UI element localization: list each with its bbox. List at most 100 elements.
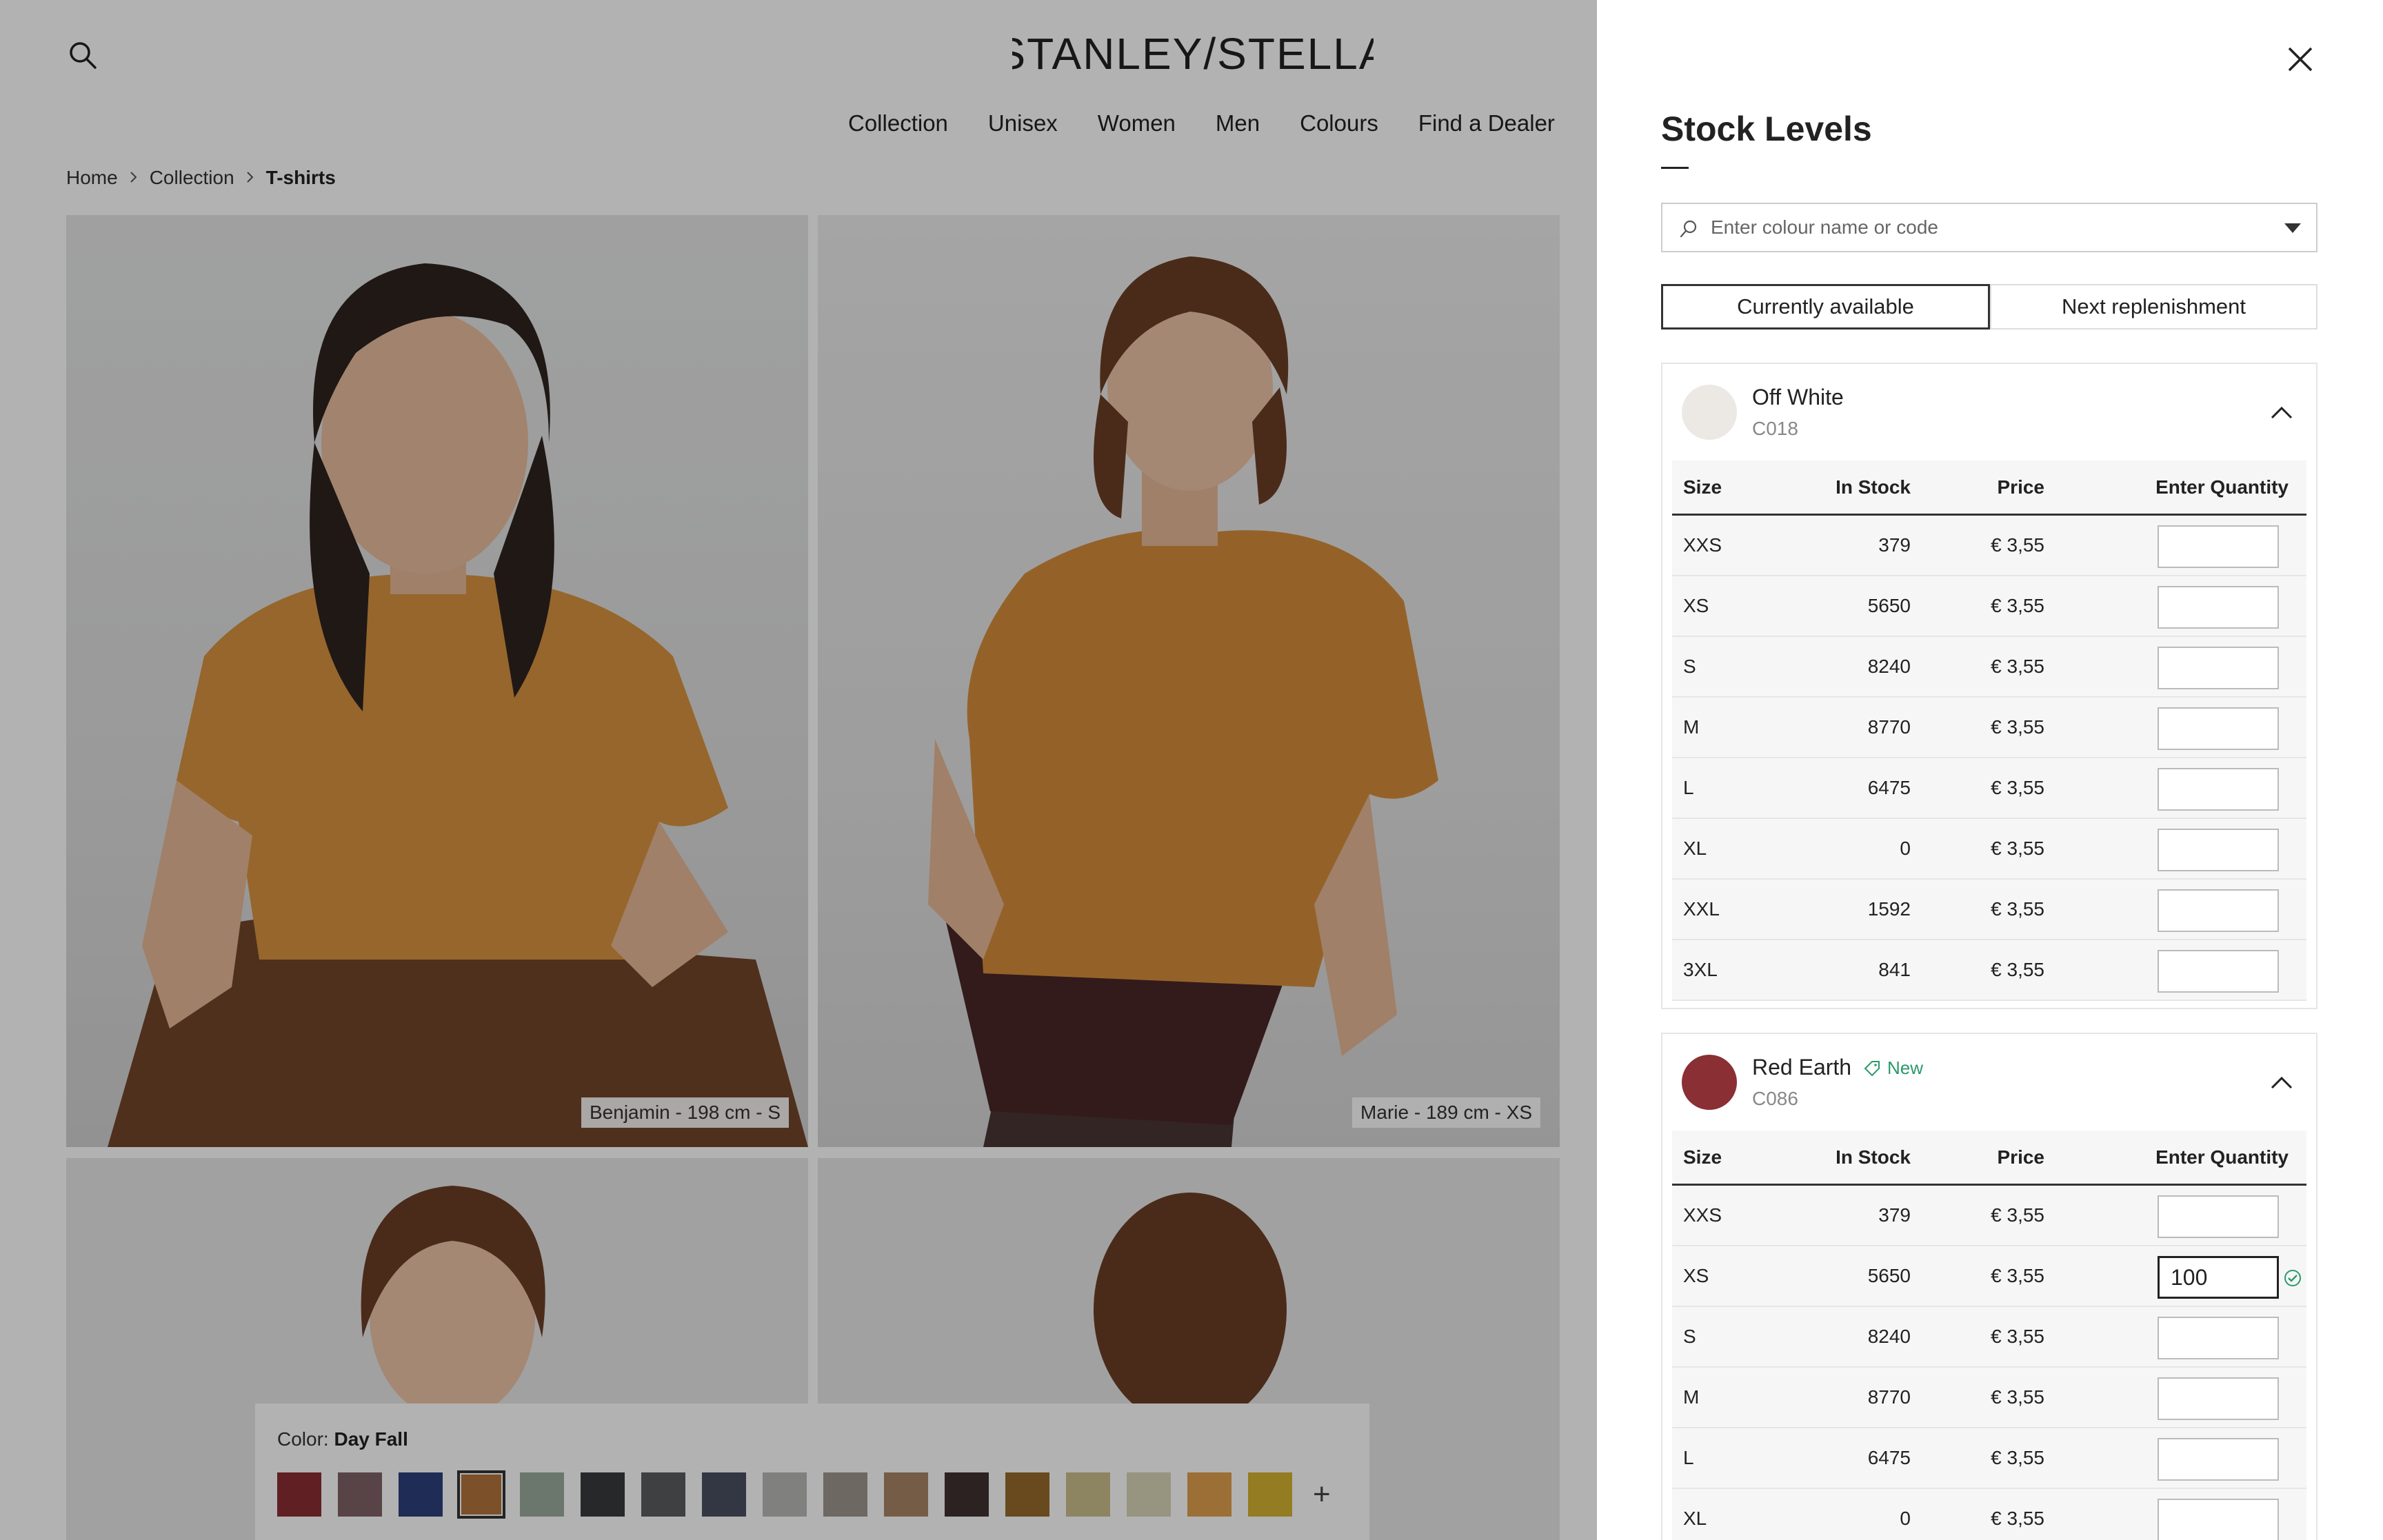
in-stock-cell: 6475 (1867, 1447, 1911, 1468)
quantity-input[interactable] (2158, 525, 2279, 568)
table-row: 3XL 841 € 3,55 (1672, 940, 2306, 1001)
table-row: M 8770 € 3,55 (1672, 1368, 2306, 1428)
size-cell: XS (1683, 595, 1709, 616)
in-stock-cell: 841 (1878, 959, 1911, 980)
quantity-input[interactable] (2158, 1195, 2279, 1238)
in-stock-cell: 0 (1900, 838, 1911, 859)
stock-levels-panel: Stock Levels Currently available Next re… (1597, 0, 2383, 1540)
tab-next-replenishment[interactable]: Next replenishment (1990, 284, 2317, 330)
in-stock-cell: 5650 (1867, 1265, 1911, 1286)
quantity-input[interactable] (2158, 647, 2279, 689)
price-cell: € 3,55 (1991, 898, 2044, 920)
quantity-input[interactable] (2158, 950, 2279, 993)
in-stock-cell: 1592 (1867, 898, 1911, 920)
in-stock-cell: 6475 (1867, 777, 1911, 798)
quantity-input[interactable] (2158, 1499, 2279, 1540)
column-header-price: Price (1997, 476, 2045, 498)
table-row: XXS 379 € 3,55 (1672, 516, 2306, 576)
size-cell: S (1683, 656, 1696, 677)
table-row: XL 0 € 3,55 (1672, 1489, 2306, 1540)
availability-tabs: Currently available Next replenishment (1661, 284, 2317, 330)
title-underline (1661, 167, 1689, 169)
column-header-size: Size (1683, 476, 1722, 498)
table-row: XS 5650 € 3,55 (1672, 576, 2306, 637)
in-stock-cell: 5650 (1867, 595, 1911, 616)
caret-down-icon[interactable] (2284, 223, 2301, 233)
price-cell: € 3,55 (1991, 716, 2044, 738)
colour-stock-card: Off White C018 Size In Stock Price Enter Qu… (1661, 363, 2317, 1009)
chevron-up-icon[interactable] (2268, 398, 2295, 426)
table-row: XS 5650 € 3,55 (1672, 1246, 2306, 1307)
price-cell: € 3,55 (1991, 959, 2044, 980)
quantity-input[interactable] (2158, 707, 2279, 750)
size-cell: S (1683, 1326, 1696, 1347)
size-cell: XXS (1683, 1204, 1722, 1226)
quantity-input[interactable] (2158, 1438, 2279, 1481)
size-cell: XL (1683, 1508, 1707, 1529)
colour-swatch (1682, 1055, 1737, 1110)
colour-name: Off White (1752, 385, 1844, 409)
size-cell: L (1683, 1447, 1694, 1468)
colour-name: Red Earth (1752, 1055, 1852, 1080)
column-header-price: Price (1997, 1146, 2045, 1168)
check-circle-icon (2283, 1268, 2302, 1288)
price-cell: € 3,55 (1991, 1508, 2044, 1529)
in-stock-cell: 379 (1878, 1204, 1911, 1226)
stock-table: Size In Stock Price Enter Quantity XXS 379 € 3… (1672, 460, 2306, 1001)
size-cell: XL (1683, 838, 1707, 859)
panel-title: Stock Levels (1661, 110, 1872, 148)
table-row: M 8770 € 3,55 (1672, 698, 2306, 758)
column-header-in-stock: In Stock (1836, 1146, 1911, 1168)
close-icon[interactable] (2286, 45, 2314, 73)
size-cell: XXS (1683, 534, 1722, 556)
quantity-input[interactable] (2158, 829, 2279, 871)
table-row: S 8240 € 3,55 (1672, 637, 2306, 698)
colour-card-header[interactable]: Red Earth New C086 (1662, 1034, 2316, 1131)
price-cell: € 3,55 (1991, 656, 2044, 677)
search-icon (1679, 219, 1698, 239)
colour-card-header[interactable]: Off White C018 (1662, 364, 2316, 460)
price-cell: € 3,55 (1991, 1386, 2044, 1408)
stock-table: Size In Stock Price Enter Quantity XXS 379 € 3… (1672, 1131, 2306, 1540)
price-cell: € 3,55 (1991, 534, 2044, 556)
table-row: S 8240 € 3,55 (1672, 1307, 2306, 1368)
in-stock-cell: 8770 (1867, 1386, 1911, 1408)
quantity-input[interactable] (2158, 1256, 2279, 1299)
column-header-quantity: Enter Quantity (2155, 476, 2289, 498)
in-stock-cell: 8240 (1867, 1326, 1911, 1347)
chevron-up-icon[interactable] (2268, 1068, 2295, 1096)
new-badge: New (1862, 1057, 1923, 1079)
in-stock-cell: 379 (1878, 534, 1911, 556)
new-badge-label: New (1887, 1057, 1924, 1078)
in-stock-cell: 8240 (1867, 656, 1911, 677)
price-cell: € 3,55 (1991, 595, 2044, 616)
table-row: L 6475 € 3,55 (1672, 758, 2306, 819)
price-cell: € 3,55 (1991, 838, 2044, 859)
table-row: L 6475 € 3,55 (1672, 1428, 2306, 1489)
colour-swatch (1682, 385, 1737, 440)
size-cell: M (1683, 1386, 1700, 1408)
in-stock-cell: 8770 (1867, 716, 1911, 738)
quantity-input[interactable] (2158, 768, 2279, 811)
price-cell: € 3,55 (1991, 1265, 2044, 1286)
price-cell: € 3,55 (1991, 1204, 2044, 1226)
size-cell: 3XL (1683, 959, 1718, 980)
colour-search-select[interactable] (1661, 203, 2317, 252)
quantity-input[interactable] (2158, 1317, 2279, 1359)
table-row: XXS 379 € 3,55 (1672, 1186, 2306, 1246)
column-header-in-stock: In Stock (1836, 476, 1911, 498)
quantity-input[interactable] (2158, 1377, 2279, 1420)
size-cell: XS (1683, 1265, 1709, 1286)
quantity-input[interactable] (2158, 586, 2279, 629)
quantity-input[interactable] (2158, 889, 2279, 932)
size-cell: M (1683, 716, 1700, 738)
table-header: Size In Stock Price Enter Quantity (1672, 1131, 2306, 1186)
size-cell: L (1683, 777, 1694, 798)
tab-currently-available[interactable]: Currently available (1661, 284, 1990, 330)
colour-code: C018 (1752, 418, 1798, 439)
column-header-size: Size (1683, 1146, 1722, 1168)
price-cell: € 3,55 (1991, 1447, 2044, 1468)
colour-search-input[interactable] (1711, 204, 2262, 251)
modal-backdrop[interactable] (0, 0, 1597, 1540)
column-header-quantity: Enter Quantity (2155, 1146, 2289, 1168)
